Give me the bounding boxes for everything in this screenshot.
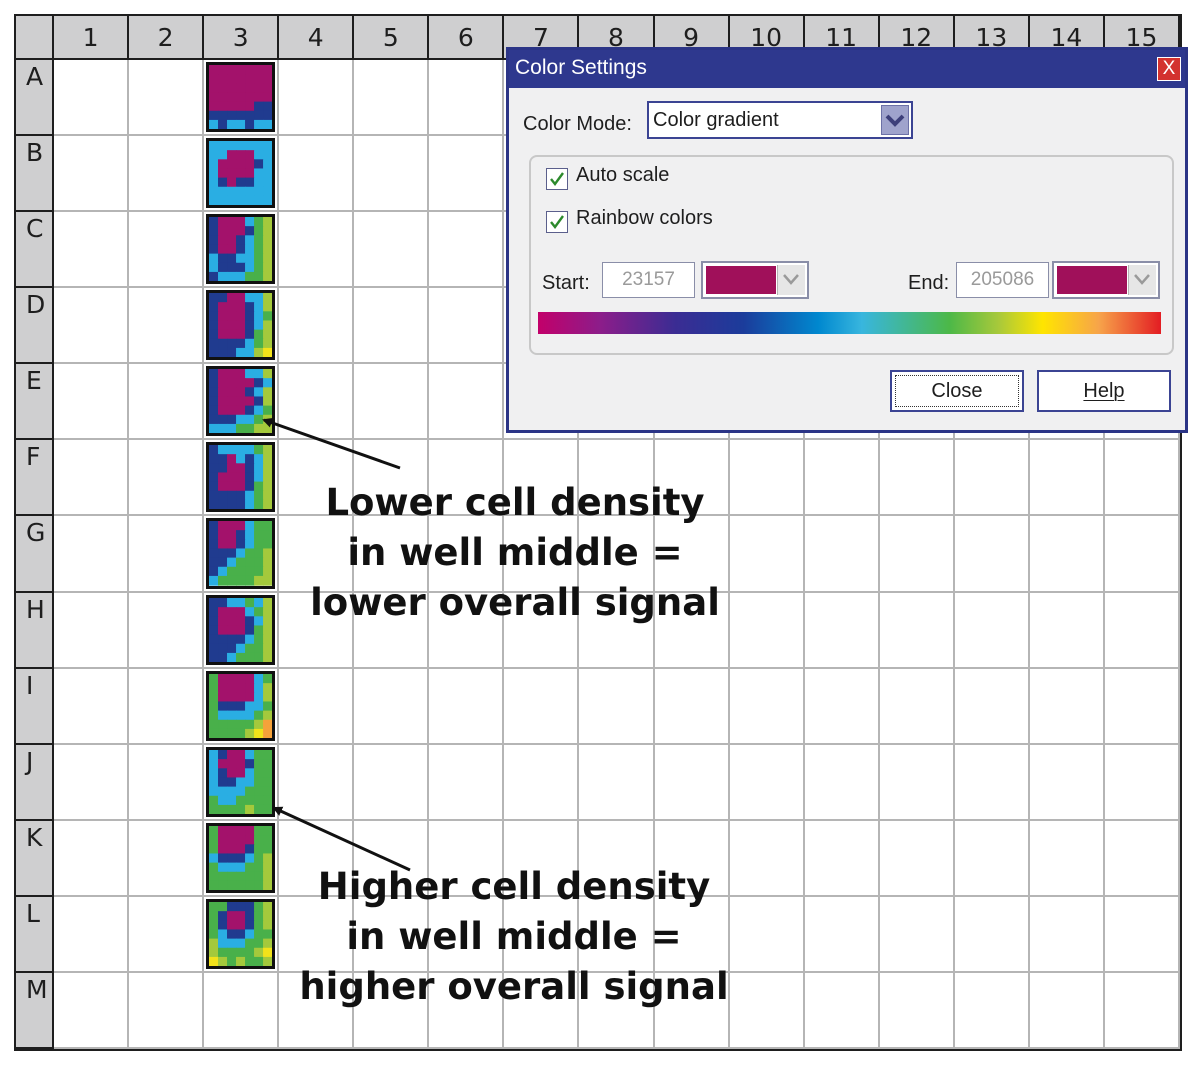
start-label: Start:: [542, 272, 590, 294]
start-value-field[interactable]: 23157: [602, 262, 695, 298]
help-button[interactable]: Help: [1037, 370, 1171, 412]
arrow-to-well-J3: [272, 806, 411, 872]
arrow-to-well-E3: [262, 417, 401, 470]
annotation-line: Lower cell density: [325, 481, 705, 524]
focus-ring: [895, 375, 1019, 407]
checkmark-icon: [550, 172, 564, 186]
annotation-higher-density: Higher cell density in well middle = hig…: [290, 862, 738, 1012]
annotation-lower-density: Lower cell density in well middle = lowe…: [300, 478, 730, 628]
end-color-swatch: [1057, 266, 1127, 294]
start-color-picker[interactable]: [701, 261, 809, 299]
end-color-picker[interactable]: [1052, 261, 1160, 299]
annotation-line: higher overall signal: [299, 965, 729, 1008]
end-value-field[interactable]: 205086: [956, 262, 1049, 298]
annotation-line: Higher cell density: [317, 865, 711, 908]
auto-scale-label: Auto scale: [576, 164, 670, 186]
color-settings-dialog: Color Settings X Color Mode: Color gradi…: [506, 47, 1188, 433]
color-mode-value: Color gradient: [653, 109, 779, 131]
annotation-line: lower overall signal: [310, 581, 720, 624]
chevron-down-icon[interactable]: [1128, 265, 1156, 295]
close-icon[interactable]: X: [1157, 57, 1181, 81]
annotation-line: in well middle =: [346, 915, 682, 958]
close-button[interactable]: Close: [890, 370, 1024, 412]
chevron-down-icon[interactable]: [881, 105, 909, 135]
end-label: End:: [908, 272, 950, 294]
rainbow-colors-label: Rainbow colors: [576, 207, 713, 229]
rainbow-colors-checkbox[interactable]: [546, 211, 568, 233]
annotation-line: in well middle =: [347, 531, 683, 574]
checkmark-icon: [550, 215, 564, 229]
dialog-title: Color Settings: [515, 56, 647, 79]
start-color-swatch: [706, 266, 776, 294]
color-mode-select[interactable]: Color gradient: [647, 101, 913, 139]
color-mode-label: Color Mode:: [523, 113, 632, 135]
dialog-title-bar[interactable]: Color Settings X: [509, 50, 1185, 88]
auto-scale-checkbox[interactable]: [546, 168, 568, 190]
help-button-label: Help: [1083, 380, 1125, 402]
chevron-down-icon[interactable]: [777, 265, 805, 295]
color-gradient-bar: [538, 312, 1161, 334]
